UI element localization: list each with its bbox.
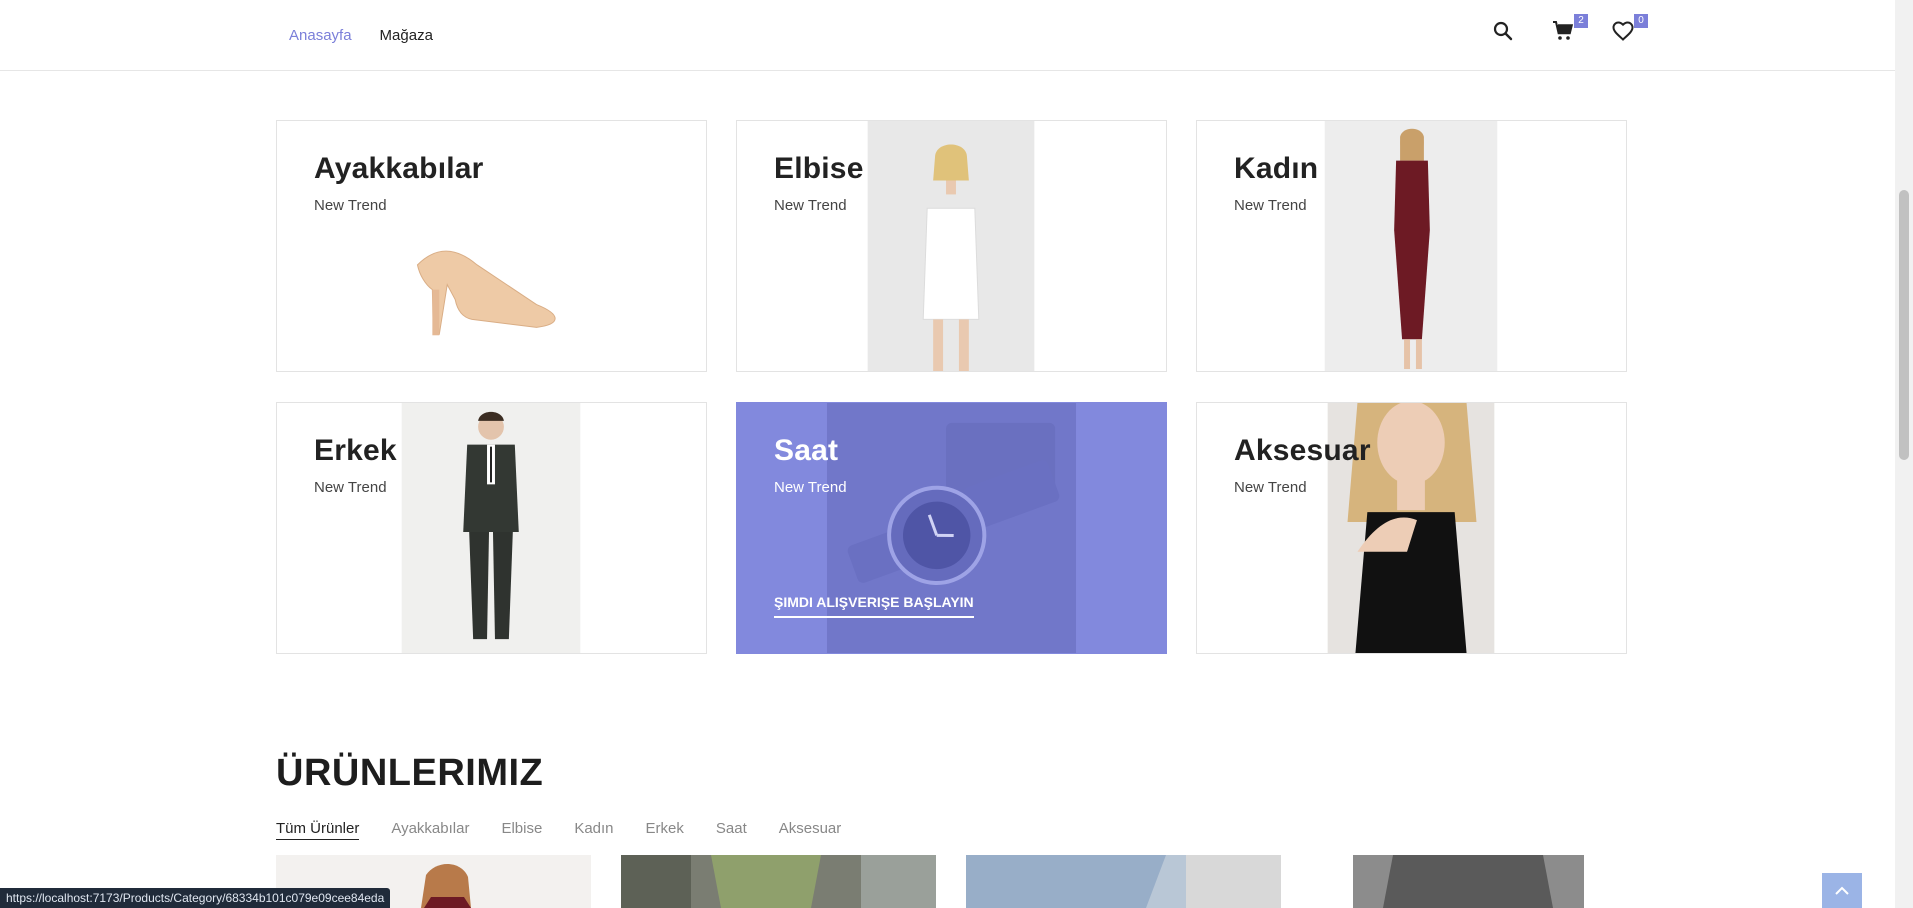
product-filter-tabs: Tüm Ürünler Ayakkabılar Elbise Kadın Erk… — [276, 820, 841, 840]
category-subtitle: New Trend — [1234, 479, 1307, 496]
category-card-dress[interactable]: Elbise New Trend — [736, 120, 1167, 372]
product-thumbnail[interactable] — [966, 855, 1281, 908]
scroll-to-top-button[interactable] — [1822, 873, 1862, 908]
filter-tab-dress[interactable]: Elbise — [501, 820, 542, 840]
dress-model-image — [867, 121, 1035, 371]
category-title: Aksesuar — [1234, 434, 1371, 467]
category-subtitle: New Trend — [1234, 197, 1307, 214]
cart-icon[interactable]: 2 — [1550, 14, 1588, 44]
filter-tab-watch[interactable]: Saat — [716, 820, 747, 840]
nav-item-home[interactable]: Anasayfa — [289, 27, 352, 44]
chevron-up-icon — [1835, 886, 1849, 895]
page-scrollbar[interactable] — [1895, 0, 1913, 908]
search-icon[interactable] — [1490, 18, 1516, 44]
category-subtitle: New Trend — [774, 197, 847, 214]
category-title: Elbise — [774, 152, 864, 185]
category-title: Ayakkabılar — [314, 152, 484, 185]
header-icons: 2 0 — [1490, 14, 1648, 44]
filter-tab-men[interactable]: Erkek — [646, 820, 684, 840]
product-thumbnail[interactable] — [1353, 855, 1584, 908]
category-subtitle: New Trend — [314, 197, 387, 214]
men-model-image — [401, 403, 581, 653]
category-card-women[interactable]: Kadın New Trend — [1196, 120, 1627, 372]
category-title: Saat — [774, 434, 839, 467]
shop-now-link[interactable]: ŞIMDI ALIŞVERIŞE BAŞLAYIN — [774, 594, 974, 618]
product-thumbnail[interactable] — [621, 855, 936, 908]
cart-count-badge: 2 — [1574, 14, 1588, 28]
nav-item-store[interactable]: Mağaza — [380, 27, 433, 44]
category-subtitle: New Trend — [314, 479, 387, 496]
filter-tab-accessory[interactable]: Aksesuar — [779, 820, 842, 840]
women-model-image — [1324, 121, 1498, 371]
link-status-bar: https://localhost:7173/Products/Category… — [0, 888, 391, 908]
scrollbar-thumb[interactable] — [1899, 190, 1909, 460]
category-card-men[interactable]: Erkek New Trend — [276, 402, 707, 654]
main-nav: Anasayfa Mağaza — [289, 0, 433, 70]
category-card-shoes[interactable]: Ayakkabılar New Trend — [276, 120, 707, 372]
category-card-watch[interactable]: Saat New Trend ŞIMDI ALIŞVERIŞE BAŞLAYIN — [736, 402, 1167, 654]
filter-tab-all[interactable]: Tüm Ürünler — [276, 820, 360, 840]
category-title: Kadın — [1234, 152, 1319, 185]
filter-tab-women[interactable]: Kadın — [574, 820, 613, 840]
heart-icon[interactable]: 0 — [1610, 14, 1648, 44]
category-title: Erkek — [314, 434, 397, 467]
site-header: Anasayfa Mağaza 2 0 — [0, 0, 1895, 71]
wishlist-count-badge: 0 — [1634, 14, 1648, 28]
category-subtitle: New Trend — [774, 479, 847, 496]
products-section-title: ÜRÜNLERIMIZ — [276, 752, 544, 794]
category-card-accessory[interactable]: Aksesuar New Trend — [1196, 402, 1627, 654]
filter-tab-shoes[interactable]: Ayakkabılar — [391, 820, 469, 840]
